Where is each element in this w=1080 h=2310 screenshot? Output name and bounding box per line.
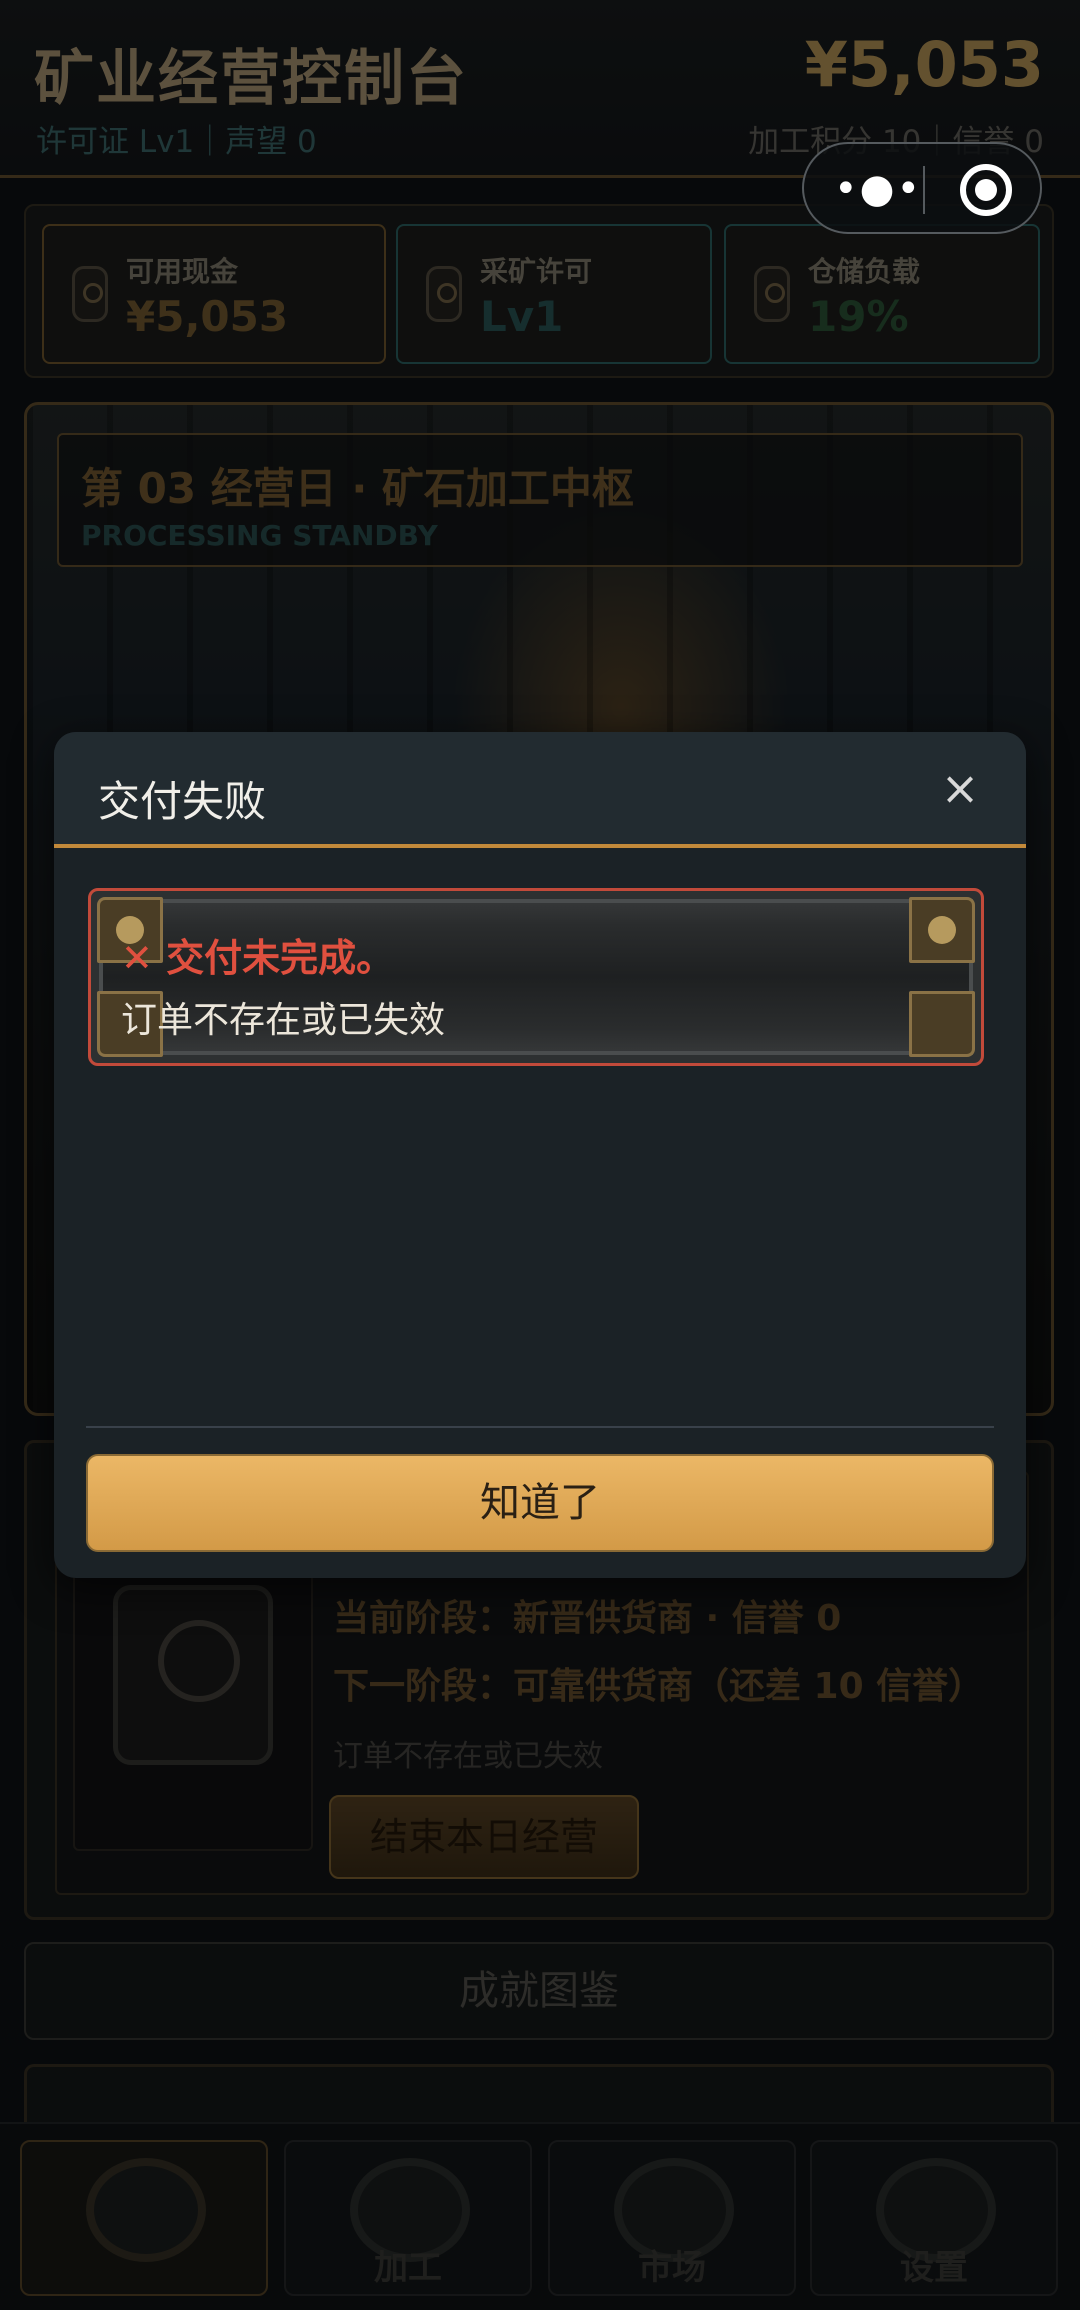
capsule-divider [923,166,925,214]
more-icon[interactable]: •●• [834,164,920,214]
dialog-header: 交付失败 × [54,732,1026,848]
close-icon[interactable]: × [938,765,982,811]
dialog-title: 交付失败 [98,777,267,826]
error-heading: ✕ 交付未完成。 [121,936,395,980]
error-detail: 订单不存在或已失效 [121,1000,446,1041]
close-miniprogram-icon[interactable] [960,164,1012,216]
bracket-corner-icon [909,991,975,1057]
ok-button[interactable]: 知道了 [86,1454,994,1552]
delivery-failed-dialog: 交付失败 × ✕ 交付未完成。 订单不存在或已失效 知道了 [54,732,1026,1578]
dialog-divider [86,1426,994,1428]
miniprogram-capsule: •●• [802,142,1042,234]
rivet-corner-icon [909,897,975,963]
error-message-box: ✕ 交付未完成。 订单不存在或已失效 [88,888,984,1066]
